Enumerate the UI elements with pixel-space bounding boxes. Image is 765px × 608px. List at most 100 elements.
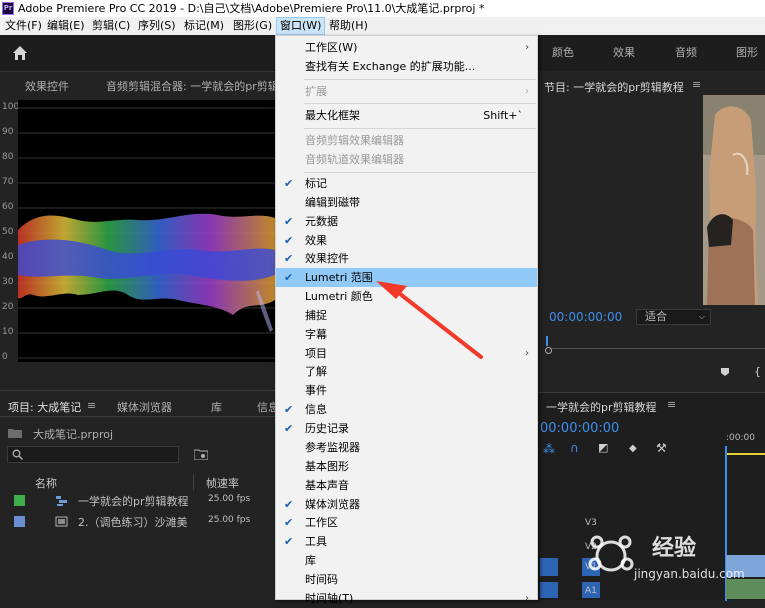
fit-dropdown-value: 适合	[645, 310, 667, 323]
scope-y-label: 0	[2, 352, 8, 362]
menu-item-media-browser[interactable]: ✔ 媒体浏览器	[276, 495, 537, 514]
checkmark-icon: ✔	[284, 498, 294, 511]
menu-window[interactable]: 窗口(W)	[276, 17, 326, 35]
workspace-tab-effects[interactable]: 效果	[613, 44, 635, 60]
menu-item-workspace[interactable]: 工作区(W) ›	[276, 38, 537, 57]
checkmark-icon: ✔	[284, 271, 294, 284]
menu-item-essential-graphics[interactable]: 基本图形	[276, 457, 537, 476]
magnet-icon[interactable]: ∩	[570, 441, 579, 455]
menu-item-history[interactable]: ✔ 历史记录	[276, 419, 537, 438]
menu-item-events[interactable]: 事件	[276, 381, 537, 400]
menu-item-timelines[interactable]: 时间轴(T) ›	[276, 589, 537, 608]
playhead-handle[interactable]	[545, 347, 552, 354]
project-file-name: 大成笔记.prproj	[33, 428, 114, 441]
menu-separator	[304, 79, 536, 80]
track-source-a1[interactable]	[540, 582, 558, 598]
menu-item-maximize-frame[interactable]: 最大化框架 Shift+`	[276, 106, 537, 125]
project-item-row[interactable]: 2.（调色练习）沙滩美 25.00 fps	[0, 511, 275, 533]
menu-item-workspaces[interactable]: ✔ 工作区	[276, 513, 537, 532]
menu-edit[interactable]: 编辑(E)	[44, 17, 88, 35]
scope-y-label: 100	[2, 102, 20, 112]
menu-item-project[interactable]: 项目 ›	[276, 344, 537, 363]
linked-selection-icon[interactable]: ◩	[598, 441, 608, 454]
column-header-frame-rate[interactable]: 帧速率	[206, 475, 239, 491]
menu-separator	[304, 128, 536, 129]
fit-dropdown[interactable]: 适合 ⌵	[636, 309, 711, 325]
menu-item-markers[interactable]: ✔ 标记	[276, 174, 537, 193]
menu-item-learn[interactable]: 了解	[276, 362, 537, 381]
checkmark-icon: ✔	[284, 516, 294, 529]
menu-item-metadata[interactable]: ✔ 元数据	[276, 212, 537, 231]
tab-effect-controls[interactable]: 效果控件	[25, 78, 69, 94]
scope-y-label: 40	[2, 252, 14, 262]
panel-menu-icon[interactable]: ≡	[667, 398, 676, 411]
work-area-bar[interactable]	[726, 453, 765, 455]
divider	[0, 416, 275, 417]
menu-file[interactable]: 文件(F)	[2, 17, 45, 35]
timeline-timecode[interactable]: 00:00:00:00	[540, 421, 619, 436]
workspace-tab-audio[interactable]: 音频	[675, 44, 697, 60]
tab-audio-clip-mixer[interactable]: 音频剪辑混合器: 一学就会的pr剪辑	[106, 78, 279, 94]
video-clip-icon	[55, 516, 68, 527]
submenu-arrow-icon: ›	[525, 348, 529, 359]
menu-item-find-exchange[interactable]: 查找有关 Exchange 的扩展功能...	[276, 57, 537, 76]
menu-sequence[interactable]: 序列(S)	[135, 17, 179, 35]
checkmark-icon: ✔	[284, 252, 294, 265]
program-video-frame	[703, 95, 765, 305]
menu-item-effect-controls[interactable]: ✔ 效果控件	[276, 249, 537, 268]
workspace-tab-graphics[interactable]: 图形	[736, 44, 758, 60]
menu-item-essential-sound[interactable]: 基本声音	[276, 476, 537, 495]
menu-item-lumetri-color[interactable]: Lumetri 颜色	[276, 287, 537, 306]
menu-item-edit-to-tape[interactable]: 编辑到磁带	[276, 193, 537, 212]
timeline-ruler-label: :00:00	[726, 433, 755, 443]
new-bin-icon[interactable]	[194, 448, 208, 460]
program-timecode[interactable]: 00:00:00:00	[549, 310, 622, 324]
panel-menu-icon[interactable]: ≡	[692, 78, 701, 91]
column-header-name[interactable]: 名称	[35, 475, 57, 491]
tab-media-browser[interactable]: 媒体浏览器	[117, 399, 172, 415]
menu-item-audio-clip-effect-editor: 音频剪辑效果编辑器	[305, 134, 404, 147]
premiere-app-icon: Pr	[2, 2, 14, 15]
menu-bar: 文件(F) 编辑(E) 剪辑(C) 序列(S) 标记(M) 图形(G) 窗口(W…	[0, 17, 765, 35]
shortcut-label: Shift+`	[483, 109, 523, 122]
playhead-marker[interactable]	[546, 336, 548, 346]
menu-marker[interactable]: 标记(M)	[181, 17, 227, 35]
menu-item-libraries[interactable]: 库	[276, 551, 537, 570]
tab-library[interactable]: 库	[211, 399, 222, 415]
menu-item-timecode[interactable]: 时间码	[276, 570, 537, 589]
mark-in-icon[interactable]: {	[754, 365, 761, 378]
wrench-icon[interactable]: ⚒	[656, 441, 667, 455]
program-monitor-title: 节目: 一学就会的pr剪辑教程	[544, 81, 684, 94]
home-icon[interactable]	[11, 44, 29, 62]
menu-graphics[interactable]: 图形(G)	[230, 17, 275, 35]
timeline-tab[interactable]: 一学就会的pr剪辑教程	[546, 399, 657, 415]
snap-icon[interactable]: ⁂	[543, 442, 555, 456]
scope-y-label: 60	[2, 202, 14, 212]
menu-clip[interactable]: 剪辑(C)	[89, 17, 133, 35]
search-input[interactable]	[7, 446, 179, 463]
scope-y-label: 10	[2, 327, 14, 337]
track-label-v3[interactable]: V3	[585, 518, 597, 528]
chevron-down-icon: ⌵	[698, 312, 705, 321]
panel-menu-icon[interactable]: ≡	[87, 399, 96, 412]
menu-item-captions[interactable]: 字幕	[276, 325, 537, 344]
menu-help[interactable]: 帮助(H)	[326, 17, 371, 35]
scrub-bar[interactable]	[546, 348, 765, 349]
divider	[193, 474, 194, 490]
project-item-row[interactable]: 一学就会的pr剪辑教程 25.00 fps	[0, 490, 275, 512]
menu-item-effects[interactable]: ✔ 效果	[276, 231, 537, 250]
tab-project[interactable]: 项目: 大成笔记	[8, 399, 81, 415]
track-source-v1[interactable]	[540, 558, 558, 576]
submenu-arrow-icon: ›	[525, 86, 529, 97]
watermark-brand: 经验	[652, 536, 697, 561]
menu-item-info[interactable]: ✔ 信息	[276, 400, 537, 419]
add-marker-icon[interactable]: ◆	[629, 443, 637, 454]
menu-item-lumetri-scopes[interactable]: ✔ Lumetri 范围	[276, 268, 537, 287]
checkmark-icon: ✔	[284, 234, 294, 247]
menu-item-capture[interactable]: 捕捉	[276, 306, 537, 325]
workspace-tab-color[interactable]: 颜色	[552, 44, 574, 60]
menu-item-reference-monitor[interactable]: 参考监视器	[276, 438, 537, 457]
folder-icon	[8, 429, 22, 438]
menu-item-tools[interactable]: ✔ 工具	[276, 532, 537, 551]
marker-icon[interactable]	[720, 367, 730, 377]
